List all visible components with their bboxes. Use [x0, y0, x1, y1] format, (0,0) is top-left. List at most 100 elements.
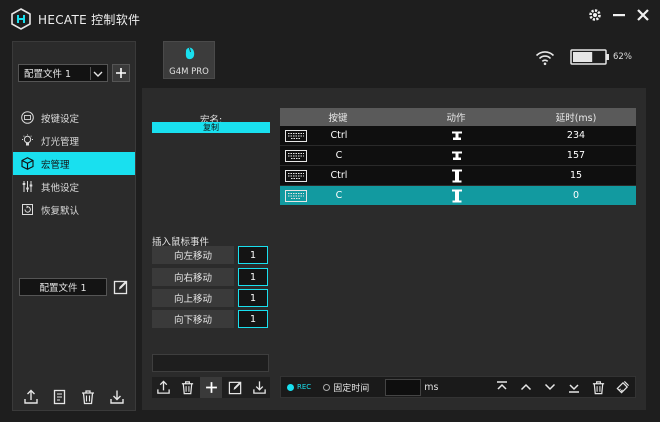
cell-key: Ctrl	[280, 126, 398, 145]
delete-macro-icon[interactable]	[176, 377, 198, 398]
sliders-icon	[21, 180, 34, 193]
device-label: G4M PRO	[169, 67, 209, 77]
trash-icon[interactable]	[79, 388, 97, 406]
sidebar-nav: 按键设定 灯光管理 宏管理 其他设定 恢复默认	[13, 106, 135, 221]
move-up-button[interactable]: 向上移动	[152, 289, 234, 307]
key-name: C	[335, 190, 343, 201]
fixed-time-label: 固定时间	[333, 383, 370, 394]
sidebar-item-lighting[interactable]: 灯光管理	[13, 129, 135, 152]
macro-name-item[interactable]: 复制	[152, 122, 270, 133]
restore-icon	[21, 203, 34, 216]
move-right-value[interactable]: 1	[238, 268, 268, 286]
fixed-delay-input[interactable]	[385, 378, 422, 396]
macro-panel: 宏名: 复制 插入鼠标事件 向左移动 1 向右移动 1 向上移动 1 向下移动 …	[142, 88, 646, 410]
close-icon[interactable]	[634, 6, 652, 24]
app-title: HECATE 控制软件	[38, 13, 141, 27]
table-row[interactable]: C 157	[280, 146, 636, 166]
bulb-icon	[21, 134, 34, 147]
move-top-icon[interactable]	[493, 378, 511, 396]
sidebar: 配置文件 1 按键设定 灯光管理 宏管理 其他设定 恢复默认 配置文件 1	[12, 41, 136, 411]
delete-row-icon[interactable]	[589, 378, 607, 396]
sidebar-item-macro[interactable]: 宏管理	[13, 152, 135, 175]
key-name: Ctrl	[330, 130, 348, 141]
edit-profile-icon[interactable]	[112, 278, 130, 296]
sidebar-item-other-settings[interactable]: 其他设定	[13, 175, 135, 198]
key-release-icon	[451, 131, 463, 141]
move-up-value[interactable]: 1	[238, 289, 268, 307]
sidebar-item-key-settings[interactable]: 按键设定	[13, 106, 135, 129]
import-macro-icon[interactable]	[248, 377, 270, 398]
sidebar-item-label: 灯光管理	[41, 136, 80, 148]
key-name: Ctrl	[330, 170, 348, 181]
move-left-value[interactable]: 1	[238, 246, 268, 264]
macro-icon	[21, 157, 34, 170]
add-macro-icon[interactable]	[200, 377, 222, 398]
move-up-icon[interactable]	[517, 378, 535, 396]
sidebar-item-label: 恢复默认	[41, 205, 80, 217]
settings-gear-icon[interactable]	[586, 6, 604, 24]
macro-name-input[interactable]	[152, 354, 269, 372]
cell-delay[interactable]: 157	[516, 146, 636, 165]
row-toolbar	[493, 378, 631, 396]
profile-name-field[interactable]: 配置文件 1	[19, 278, 107, 296]
mouse-icon	[181, 45, 199, 63]
device-tab[interactable]: G4M PRO	[163, 41, 215, 79]
sidebar-item-label: 其他设定	[41, 182, 80, 194]
keyboard-icon	[21, 111, 34, 124]
cell-delay[interactable]: 0	[516, 186, 636, 205]
keyboard-icon	[285, 170, 307, 182]
table-row[interactable]: Ctrl 234	[280, 126, 636, 146]
move-right-button[interactable]: 向右移动	[152, 268, 234, 286]
key-release-icon	[451, 151, 463, 161]
macro-event-table: 按键 动作 延时(ms) Ctrl 234 C 157 Ctrl 15 C 0	[280, 108, 636, 206]
battery-icon	[570, 49, 610, 65]
edit-macro-icon[interactable]	[224, 377, 246, 398]
radio-icon	[323, 383, 331, 391]
cell-key: Ctrl	[280, 166, 398, 185]
key-press-icon	[451, 189, 463, 203]
header-key: 按键	[328, 113, 348, 124]
battery-percent: 62%	[613, 52, 632, 62]
key-press-icon	[451, 169, 463, 183]
sidebar-footer	[13, 388, 135, 406]
export-macro-icon[interactable]	[152, 377, 174, 398]
profile-select[interactable]: 配置文件 1	[18, 64, 108, 82]
cell-delay[interactable]: 15	[516, 166, 636, 185]
keyboard-icon	[285, 130, 307, 142]
rec-radio[interactable]: REC	[287, 383, 311, 391]
insert-move-left-row: 向左移动 1	[152, 246, 270, 264]
sidebar-item-label: 宏管理	[41, 159, 70, 171]
macro-toolbar	[152, 377, 270, 398]
profile-select-value: 配置文件 1	[24, 69, 72, 80]
move-down-icon[interactable]	[541, 378, 559, 396]
wifi-icon	[535, 50, 555, 66]
header-action: 动作	[446, 113, 466, 124]
cell-action	[398, 166, 516, 185]
cell-delay[interactable]: 234	[516, 126, 636, 145]
move-left-button[interactable]: 向左移动	[152, 246, 234, 264]
table-row[interactable]: C0	[280, 186, 636, 206]
clear-all-icon[interactable]	[613, 378, 631, 396]
fixed-time-radio[interactable]: 固定时间	[323, 381, 369, 394]
export-icon[interactable]	[22, 388, 40, 406]
header-delay: 延时(ms)	[555, 113, 597, 124]
minimize-icon[interactable]	[610, 6, 628, 24]
sidebar-item-label: 按键设定	[41, 113, 80, 125]
cell-action	[398, 126, 516, 145]
move-down-button[interactable]: 向下移动	[152, 310, 234, 328]
key-name: C	[335, 150, 343, 161]
insert-move-up-row: 向上移动 1	[152, 289, 270, 307]
sidebar-item-restore-default[interactable]: 恢复默认	[13, 198, 135, 221]
cell-action	[398, 146, 516, 165]
import-icon[interactable]	[108, 388, 126, 406]
notes-icon[interactable]	[51, 388, 69, 406]
delay-unit: ms	[424, 381, 439, 393]
move-bottom-icon[interactable]	[565, 378, 583, 396]
window-controls	[586, 6, 652, 24]
keyboard-icon	[285, 150, 307, 162]
chevron-down-icon[interactable]	[90, 67, 104, 80]
move-down-value[interactable]: 1	[238, 310, 268, 328]
add-profile-button[interactable]	[112, 64, 130, 82]
table-row[interactable]: Ctrl 15	[280, 166, 636, 186]
cell-key: C	[280, 146, 398, 165]
